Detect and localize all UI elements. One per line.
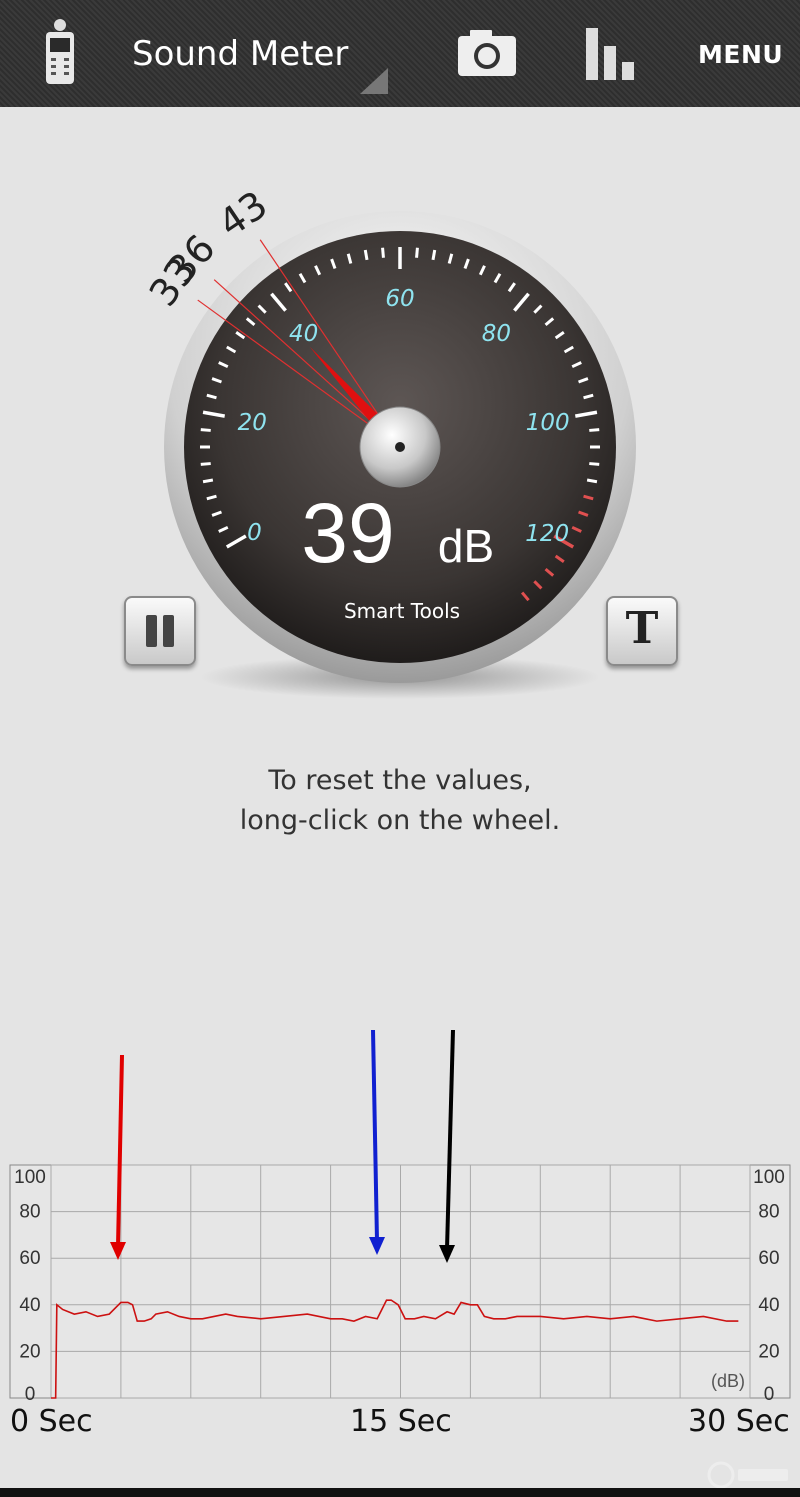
minor-tick	[415, 247, 419, 258]
y-tick-left: 100	[14, 1167, 46, 1188]
minor-tick	[202, 478, 214, 484]
scale-label-40: 40	[289, 321, 318, 347]
minor-tick	[589, 428, 600, 432]
minor-tick	[200, 428, 211, 432]
scale-label-100: 100	[526, 410, 570, 436]
bottom-edge	[0, 1488, 800, 1497]
text-button[interactable]: T	[606, 596, 678, 666]
hint-line-1: To reset the values,	[268, 765, 532, 796]
scale-label-0: 0	[247, 520, 262, 546]
reading-unit: dB	[438, 520, 494, 572]
bar-chart-icon[interactable]	[582, 24, 638, 82]
y-tick-left: 60	[19, 1248, 40, 1269]
history-chart: 100 80 60 40 20 0 100 80 60 40 20 0 (dB)	[9, 1029, 791, 1405]
scale-label-20: 20	[238, 410, 267, 436]
y-tick-left: 0	[25, 1384, 36, 1405]
y-tick-right: 0	[764, 1384, 775, 1405]
y-tick-left: 80	[19, 1202, 40, 1223]
menu-button[interactable]: MENU	[698, 40, 783, 69]
minor-tick	[363, 249, 369, 261]
minor-tick	[589, 462, 600, 466]
y-tick-right: 20	[758, 1341, 779, 1362]
sound-level-gauge[interactable]: 0 20 40 60 80 100 120 33 36 43 39 dB Sma…	[140, 185, 660, 705]
x-label-end: 30 Sec	[688, 1404, 790, 1439]
minor-tick	[586, 478, 598, 484]
chart-unit-label: (dB)	[711, 1371, 745, 1391]
text-button-label: T	[625, 603, 659, 654]
x-label-mid: 15 Sec	[350, 1404, 452, 1439]
y-tick-left: 40	[19, 1295, 40, 1316]
pause-button[interactable]	[124, 596, 196, 666]
y-tick-right: 60	[758, 1248, 779, 1269]
scale-label-80: 80	[482, 321, 511, 347]
scale-label-120: 120	[525, 521, 569, 547]
brand-label: Smart Tools	[344, 599, 460, 623]
y-tick-right: 40	[758, 1295, 779, 1316]
minor-tick	[200, 462, 211, 466]
app-title: Sound Meter	[132, 34, 349, 74]
chart-grid	[9, 1164, 791, 1399]
hint-line-2: long-click on the wheel.	[239, 805, 561, 836]
x-label-start: 0 Sec	[10, 1404, 93, 1439]
dropdown-corner-icon[interactable]	[360, 68, 388, 94]
top-app-bar: Sound Meter MENU	[0, 0, 800, 107]
reading-value: 39	[301, 486, 394, 580]
max-marker-label: 43	[211, 185, 276, 246]
watermark-logo-icon	[707, 1461, 788, 1489]
y-tick-left: 20	[19, 1341, 40, 1362]
gauge-hub-pin	[395, 442, 405, 452]
sound-meter-app-icon	[46, 19, 74, 84]
scale-label-60: 60	[385, 286, 414, 312]
y-tick-right: 100	[753, 1167, 785, 1188]
minor-tick	[431, 249, 437, 261]
minor-tick	[381, 247, 385, 258]
y-tick-right: 80	[758, 1202, 779, 1223]
camera-icon[interactable]	[456, 28, 518, 78]
